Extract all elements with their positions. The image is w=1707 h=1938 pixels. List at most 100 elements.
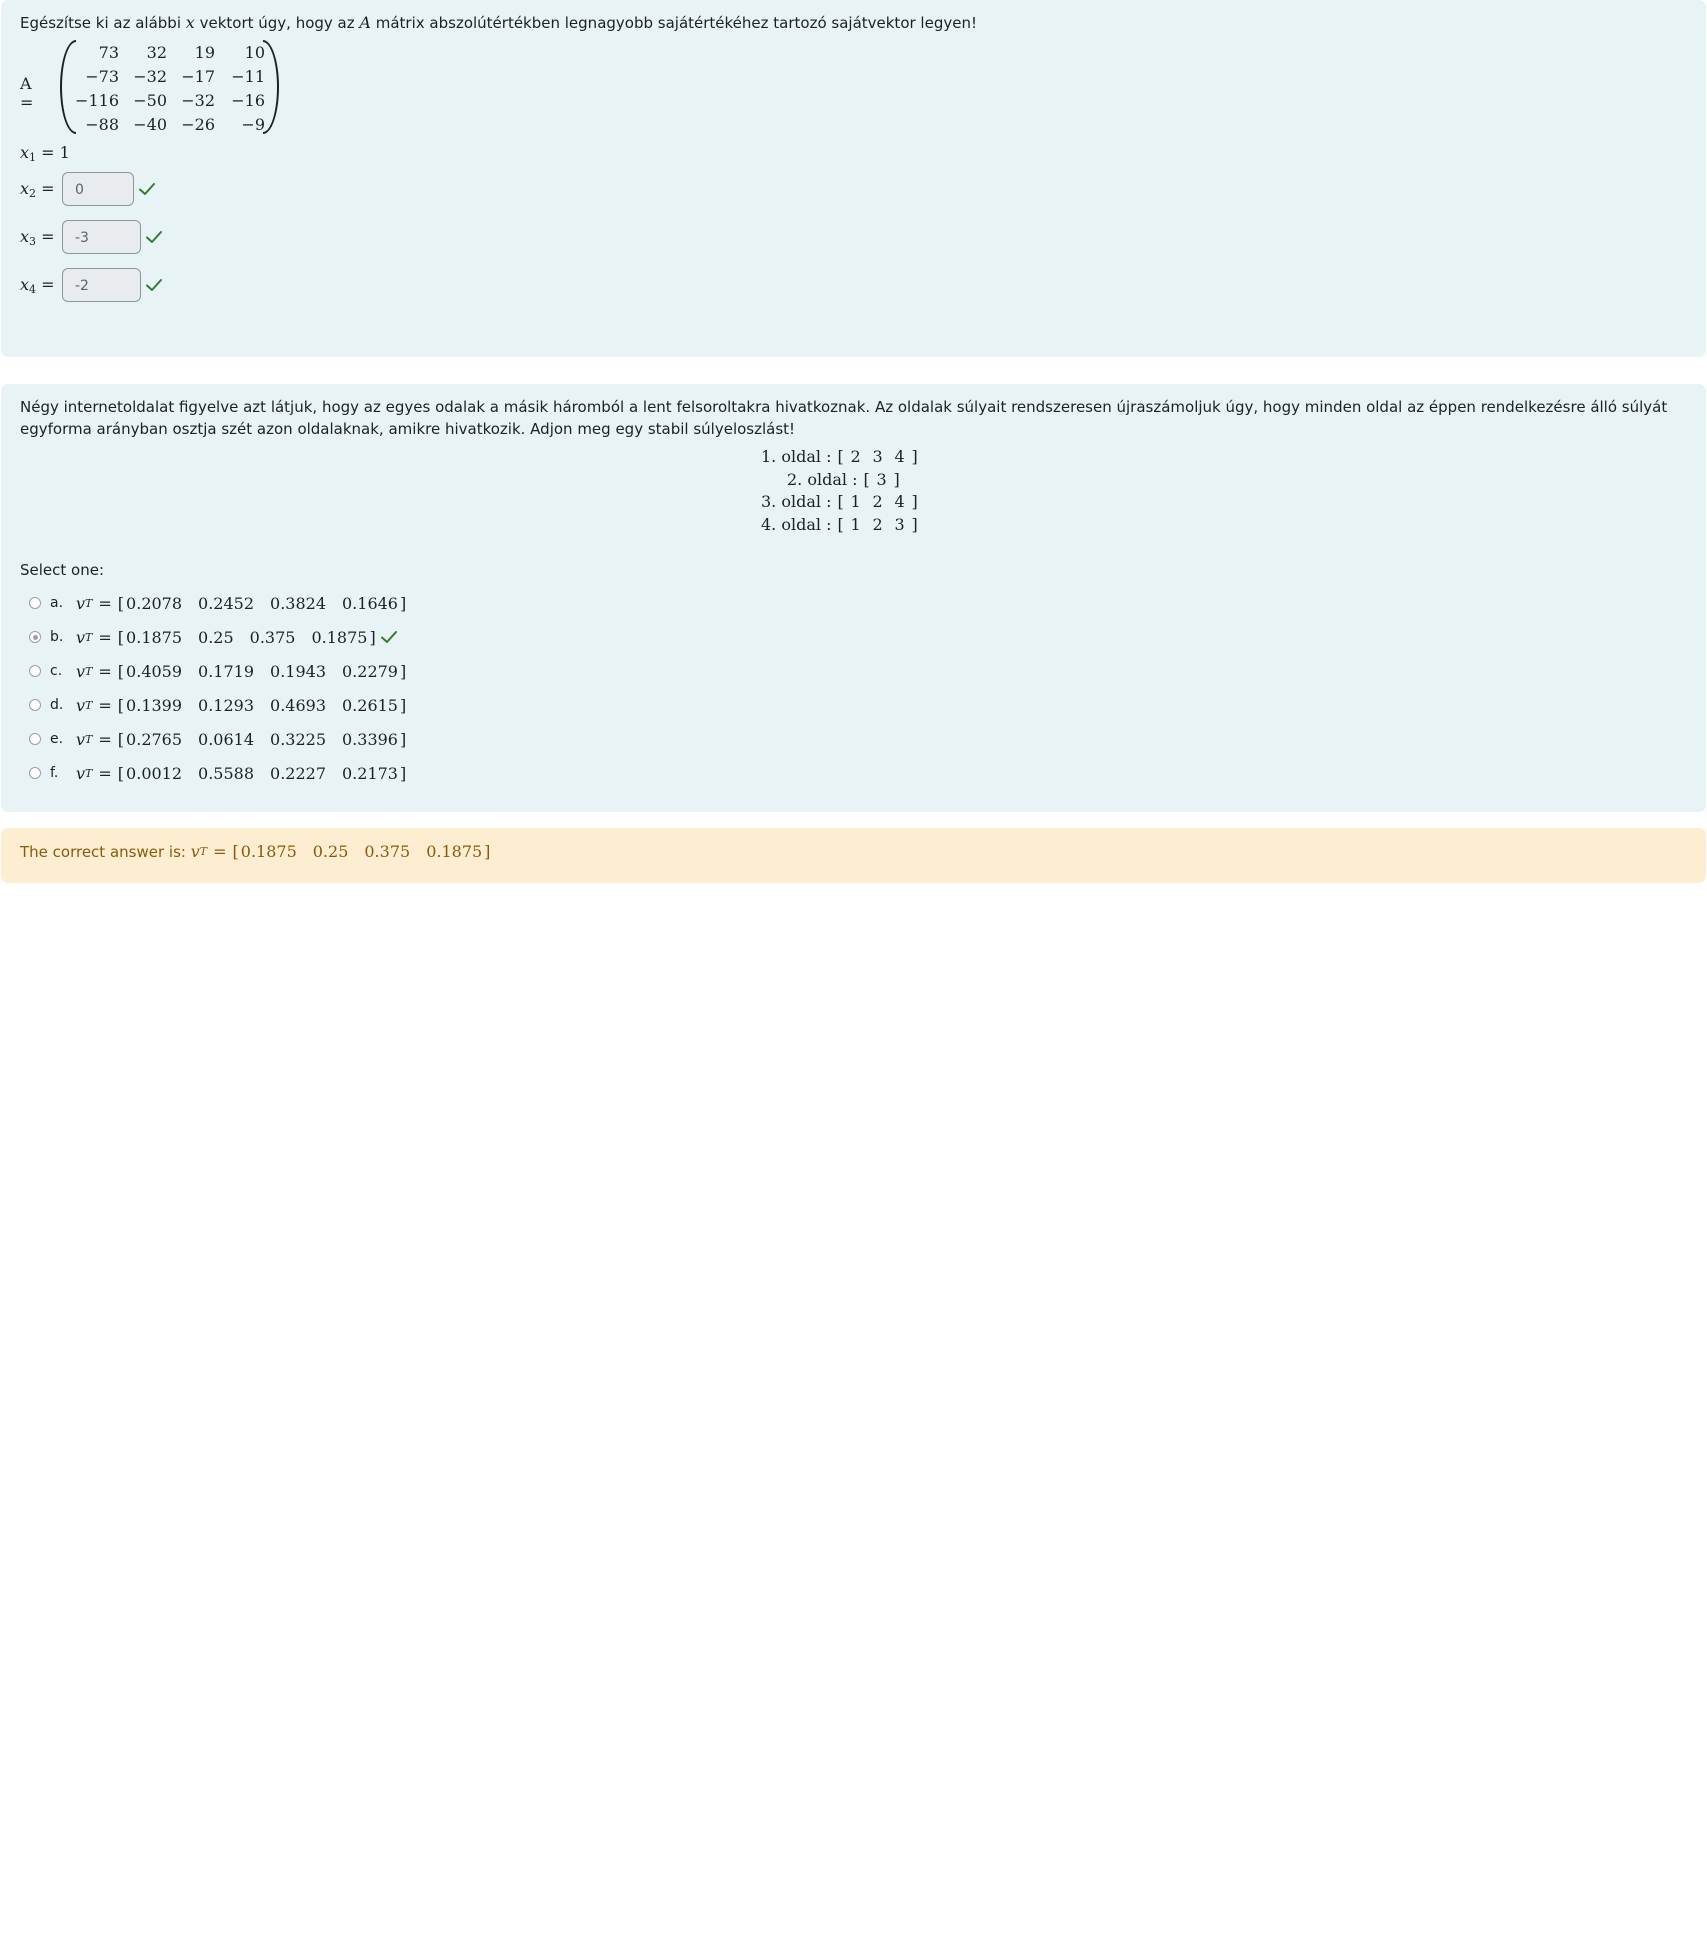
option-a[interactable]: a. v T =[0.2078 0.2452 0.3824 0.1646] (29, 591, 406, 615)
bracket-close: ] (369, 627, 376, 647)
bracket-close: ] (911, 447, 918, 466)
vector-entry: 0.2227 (270, 763, 326, 783)
vector-entry: 3 (872, 447, 883, 466)
var-sub: 2 (29, 186, 37, 200)
radio-button[interactable] (29, 597, 41, 609)
matrix-cell: 10 (244, 42, 265, 62)
option-f[interactable]: f. v T =[0.0012 0.5588 0.2227 0.2173] (29, 761, 406, 785)
matrix-cell: −32 (181, 90, 215, 110)
vector-entry: 0.1875 (311, 627, 368, 647)
x1-value: = 1 (41, 143, 70, 162)
select-one-label: Select one: (20, 561, 105, 579)
vector-entry: 2 (872, 492, 883, 511)
radio-button[interactable] (29, 665, 41, 677)
vector-entry: 0.1719 (198, 661, 255, 681)
question-2-prompt: Négy internetoldalat figyelve azt látjuk… (20, 398, 1668, 438)
bracket-close: ] (893, 469, 900, 489)
matrix-cell: 73 (98, 42, 119, 62)
answer-vector: [0.4059 0.1719 0.1943 0.2279] (118, 662, 406, 681)
option-b[interactable]: b. v T =[0.1875 0.25 0.375 0.1875] (29, 625, 398, 649)
radio-button[interactable] (29, 733, 41, 745)
var-sub: 4 (29, 282, 37, 296)
x3-row: x3 = -3 (20, 220, 163, 254)
link-row: 1. oldal : [2 3 4] (761, 446, 919, 469)
transpose-sup: T (85, 630, 93, 644)
option-letter: f. (50, 765, 59, 781)
vector-entry: 0.25 (198, 627, 234, 647)
prompt-text: vektort úgy, hogy az (199, 14, 355, 32)
feedback-text: The correct answer is: v T = [0.1875 0.25 0.3… (20, 842, 490, 861)
radio-button[interactable] (29, 699, 41, 711)
x2-row: x2 = 0 (20, 172, 156, 206)
check-icon (146, 231, 162, 243)
bracket-open: [ (837, 492, 844, 511)
matrix-grid: 73 32 19 10 −73 −32 −17 −11 −116 −50 −32 −16 −88 −40−… (72, 40, 265, 136)
vector-entry: 0.1293 (198, 695, 255, 715)
right-paren (263, 40, 279, 134)
x3-input[interactable]: -3 (62, 220, 141, 254)
transpose-sup: T (85, 596, 93, 610)
bracket-open: [ (837, 447, 844, 466)
equals-sign: = (98, 763, 112, 783)
option-d[interactable]: d. v T =[0.1399 0.1293 0.4693 0.2615] (29, 693, 406, 717)
vector-entry: 0.1875 (426, 842, 483, 861)
matrix-label: A = (20, 74, 34, 112)
page-label: 3. oldal : (761, 492, 832, 511)
vector-symbol: v (76, 593, 86, 613)
correct-answer-feedback: The correct answer is: v T = [0.1875 0.25 0.3… (1, 828, 1706, 883)
transpose-sup: T (199, 845, 208, 858)
x2-input[interactable]: 0 (62, 172, 134, 206)
vector-entry: 0.1875 (240, 842, 297, 861)
matrix-cell: −116 (75, 90, 119, 110)
option-letter: a. (50, 595, 64, 611)
matrix-cell: −26 (181, 114, 215, 134)
vector-entry: 0.375 (364, 842, 411, 861)
bracket-open: [ (117, 695, 125, 715)
option-e[interactable]: e. v T =[0.2765 0.0614 0.3225 0.3396] (29, 727, 406, 751)
option-letter: d. (50, 697, 64, 713)
vector-entry: 4 (894, 492, 905, 511)
option-letter: b. (50, 629, 64, 645)
check-icon (380, 631, 397, 643)
bracket-open: [ (117, 729, 125, 749)
vector-entry: 0.3824 (270, 593, 326, 613)
x2-label: x2 = (20, 179, 62, 200)
x4-row: x4 = -2 (20, 268, 163, 302)
bracket-close: ] (911, 492, 918, 511)
vector-entry: 0.2452 (198, 593, 255, 613)
prompt-text: Egészítse ki az alábbi (20, 14, 181, 32)
answer-vector: [0.0012 0.5588 0.2227 0.2173] (118, 764, 406, 783)
option-formula: v T =[0.1875 0.25 0.375 0.1875] (76, 628, 376, 647)
vector-symbol: v (76, 695, 86, 715)
x3-label: x3 = (20, 227, 62, 248)
vector-symbol: v (76, 627, 86, 647)
vector-entry: 3 (894, 514, 905, 534)
answer-vector: [0.2765 0.0614 0.3225 0.3396] (118, 730, 406, 749)
vector-symbol: v (76, 661, 86, 681)
page-label: 4. oldal : (761, 514, 832, 534)
link-targets: [3] (863, 470, 901, 489)
transpose-sup: T (85, 698, 93, 712)
var-sub: 3 (29, 234, 37, 248)
equals-sign: = (213, 842, 227, 861)
question-1-panel: Egészítse ki az alábbi x vektort úgy, ho… (1, 0, 1706, 357)
link-targets: [1 2 4] (837, 492, 919, 511)
link-row: 4. oldal : [1 2 3] (761, 514, 919, 537)
bracket-open: [ (863, 469, 870, 489)
vector-entry: 4 (894, 447, 905, 466)
vector-entry: 3 (876, 469, 887, 489)
var-name: x (20, 274, 30, 294)
transpose-sup: T (85, 766, 93, 780)
vector-entry: 0.2279 (342, 661, 398, 681)
equals-sign: = (98, 627, 112, 647)
vector-entry: 2 (850, 447, 861, 466)
radio-button[interactable] (29, 767, 41, 779)
option-formula: v T =[0.0012 0.5588 0.2227 0.2173] (76, 764, 406, 783)
vector-entry: 0.2173 (342, 763, 398, 783)
radio-button[interactable] (29, 631, 41, 643)
x4-input[interactable]: -2 (62, 268, 141, 302)
x-symbol: x (185, 13, 195, 32)
a-symbol: A (359, 13, 371, 32)
vector-symbol: v (190, 842, 200, 861)
option-c[interactable]: c. v T =[0.4059 0.1719 0.1943 0.2279] (29, 659, 406, 683)
